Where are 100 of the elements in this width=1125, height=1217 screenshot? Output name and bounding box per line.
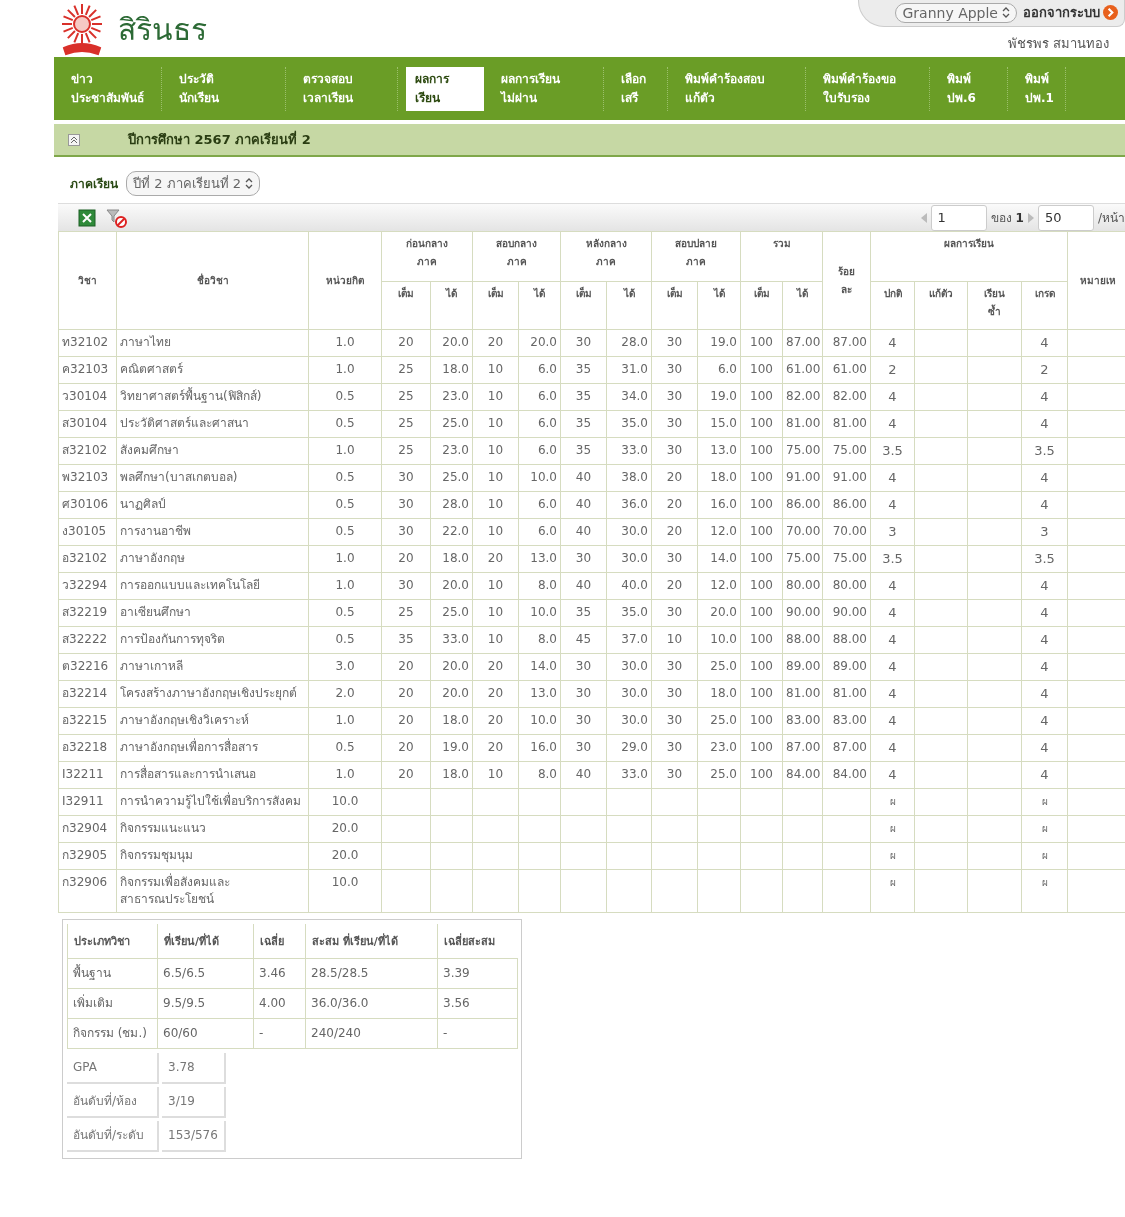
subject-name: กิจกรรมชุมนุม [116, 842, 309, 870]
percent-cell: 87.00 [822, 329, 871, 357]
score-cell: 30 [651, 707, 698, 735]
credit-cell: 1.0 [308, 707, 382, 735]
spreadsheet-icon[interactable] [78, 208, 96, 227]
subject-code: ก32906 [58, 869, 117, 913]
nav-tab[interactable]: พิมพ์ ปพ.1 [1016, 66, 1066, 111]
score-cell: 40 [560, 518, 607, 546]
subject-code: ต32216 [58, 653, 117, 681]
summary-cell: 60/60 [157, 1018, 254, 1049]
percent-cell: 83.00 [822, 707, 871, 735]
column-header: ร้อย ละ [822, 231, 871, 330]
nav-tab[interactable]: ผลการ เรียน [406, 66, 484, 111]
subject-name: ภาษาอังกฤษ [116, 545, 309, 573]
summary-cell: - [253, 1018, 306, 1049]
subject-name: ภาษาเกาหลี [116, 653, 309, 681]
score-cell: 30 [651, 356, 698, 384]
grade-cell: 4 [1021, 680, 1068, 708]
grade-cell: 2 [870, 356, 915, 384]
school-name: สิรินธร [118, 10, 207, 49]
grade-cell: 4 [870, 464, 915, 492]
credit-cell: 20.0 [308, 815, 382, 843]
nav-tab[interactable]: ผลการเรียน ไม่ผ่าน [492, 66, 604, 111]
column-header: วิชา [58, 231, 117, 330]
score-cell: 75.00 [782, 437, 823, 465]
subject-code: I32911 [58, 788, 117, 816]
filter-label: ภาคเรียน [70, 175, 118, 193]
score-cell: 30.0 [606, 653, 652, 681]
credit-cell: 1.0 [308, 356, 382, 384]
credit-cell: 1.0 [308, 572, 382, 600]
nav-tab[interactable]: พิมพ์คำร้องขอ ใบรับรอง [814, 66, 930, 111]
subject-code: ท32102 [58, 329, 117, 357]
column-header: หลังกลาง ภาค [560, 231, 652, 282]
page-size-input[interactable]: 50 [1037, 204, 1094, 231]
score-cell: 100 [740, 464, 783, 492]
subject-code: พ32103 [58, 464, 117, 492]
score-cell: 10.0 [518, 464, 561, 492]
score-cell: 20 [651, 464, 698, 492]
nav-tab[interactable]: ตรวจสอบ เวลาเรียน [294, 66, 398, 111]
subject-name: วิทยาศาสตร์พื้นฐาน(ฟิสิกส์) [116, 383, 309, 411]
credit-cell: 0.5 [308, 734, 382, 762]
nav-tab[interactable]: พิมพ์คำร้องสอบ แก้ตัว [676, 66, 806, 111]
score-cell: 20 [472, 653, 519, 681]
theme-select[interactable]: Granny Apple [895, 2, 1017, 23]
grade-cell: 4 [1021, 653, 1068, 681]
percent-cell: 75.00 [822, 437, 871, 465]
nav-tab[interactable]: ข่าว ประชาสัมพันธ์ [62, 66, 162, 111]
score-cell: 40 [560, 491, 607, 519]
grade-cell: 4 [1021, 761, 1068, 789]
score-cell: 10 [472, 464, 519, 492]
credit-cell: 0.5 [308, 410, 382, 438]
score-cell: 40 [560, 761, 607, 789]
score-cell: 25.0 [430, 410, 473, 438]
nav-tab[interactable]: ประวัติ นักเรียน [170, 66, 286, 111]
score-cell: 35 [560, 410, 607, 438]
stat-value: 3/19 [162, 1087, 226, 1118]
subject-code: ว32294 [58, 572, 117, 600]
score-cell: 33.0 [606, 761, 652, 789]
score-cell: 33.0 [430, 626, 473, 654]
score-cell: 8.0 [518, 761, 561, 789]
grade-cell: 3.5 [1021, 437, 1068, 465]
summary-cell: 28.5/28.5 [305, 958, 438, 989]
score-cell: 14.0 [697, 545, 741, 573]
subject-name: กิจกรรมเพื่อสังคมและสาธารณประโยชน์ [116, 869, 309, 913]
nav-tab[interactable]: เลือก เสรี [612, 66, 668, 111]
score-cell: 18.0 [430, 356, 473, 384]
credit-cell: 0.5 [308, 383, 382, 411]
score-cell: 10 [472, 761, 519, 789]
score-cell: 100 [740, 410, 783, 438]
collapse-icon[interactable] [68, 133, 80, 146]
subject-code: อ32214 [58, 680, 117, 708]
credit-cell: 10.0 [308, 869, 382, 913]
score-cell: 75.00 [782, 545, 823, 573]
score-cell: 20.0 [430, 572, 473, 600]
subject-code: ส30104 [58, 410, 117, 438]
term-select[interactable]: ปีที่ 2 ภาคเรียนที่ 2 [126, 170, 260, 196]
score-cell: 20 [381, 680, 431, 708]
score-cell: 22.0 [430, 518, 473, 546]
page-input[interactable]: 1 [930, 204, 987, 231]
logout-button[interactable]: ออกจากระบบ [1021, 2, 1120, 23]
section-title: ปีการศึกษา 2567 ภาคเรียนที่ 2 [128, 129, 311, 149]
score-cell: 25 [381, 383, 431, 411]
score-cell: 87.00 [782, 734, 823, 762]
score-cell: 100 [740, 491, 783, 519]
column-header: เต็ม [651, 281, 698, 330]
percent-cell: 86.00 [822, 491, 871, 519]
score-cell: 19.0 [430, 734, 473, 762]
column-header: ชื่อวิชา [116, 231, 309, 330]
grade-cell: 4 [870, 653, 915, 681]
grade-cell: 4 [1021, 572, 1068, 600]
column-header: แก้ตัว [914, 281, 968, 330]
filter-clear-icon[interactable] [106, 207, 128, 228]
score-cell: 30 [381, 491, 431, 519]
user-name: พัชรพร สมานทอง [1007, 35, 1109, 53]
score-cell: 10 [472, 356, 519, 384]
score-cell: 81.00 [782, 410, 823, 438]
grade-cell: 4 [870, 383, 915, 411]
score-cell: 100 [740, 707, 783, 735]
nav-tab[interactable]: พิมพ์ ปพ.6 [938, 66, 1008, 111]
subject-name: พลศึกษา(บาสเกตบอล) [116, 464, 309, 492]
